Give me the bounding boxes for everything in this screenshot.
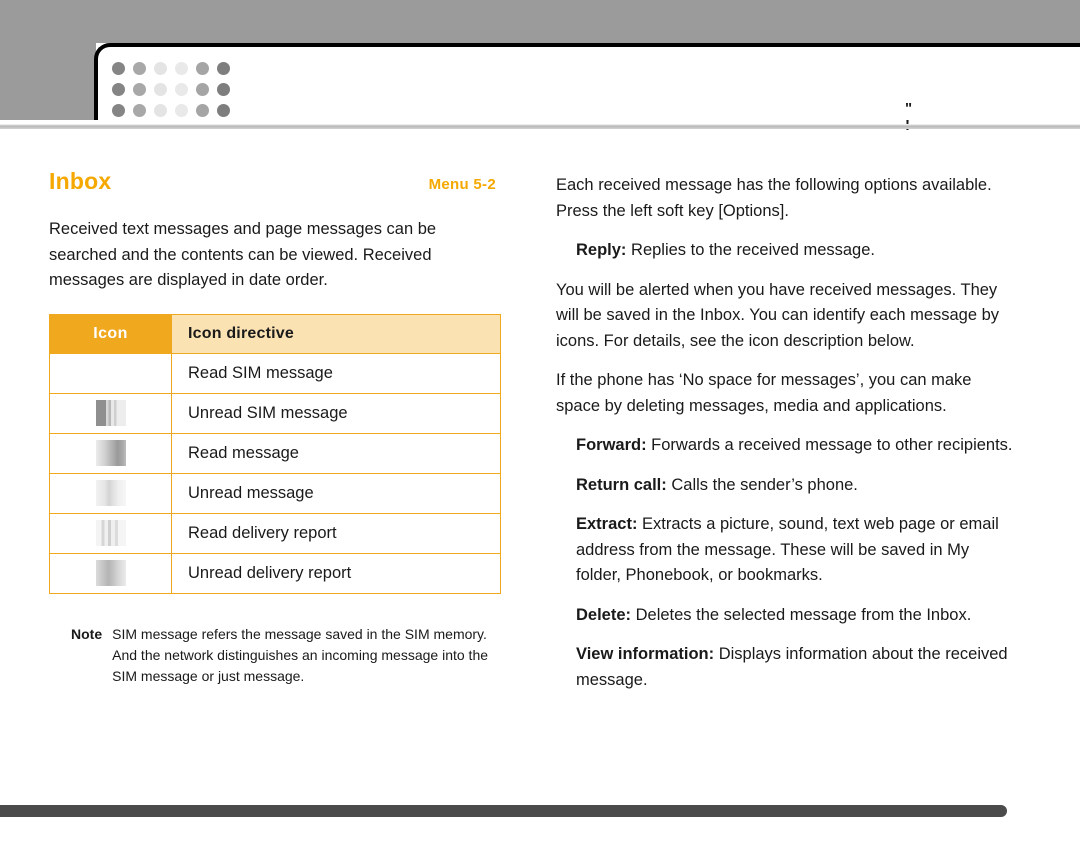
logo-dot (175, 83, 188, 96)
icon-cell (49, 392, 172, 434)
header-gray-block-left (0, 0, 96, 120)
logo-dot (133, 83, 146, 96)
icon-directive-table: Icon Icon directive Read SIM message Unre… (49, 313, 501, 594)
footer-bar (0, 805, 1007, 817)
directive-cell: Read delivery report (171, 512, 501, 554)
read-message-icon (95, 440, 126, 466)
intro-paragraph: Received text messages and page messages… (49, 220, 437, 289)
table-row: Read SIM message (49, 352, 501, 394)
logo-dot (175, 62, 188, 75)
option-forward: Forward: Forwards a received message to … (556, 433, 1018, 459)
read-delivery-report-icon (95, 520, 126, 546)
note-block: Note SIM message refers the message save… (49, 624, 501, 687)
column-header-directive: Icon directive (171, 313, 501, 354)
logo-dot (217, 104, 230, 117)
directive-cell: Read SIM message (171, 352, 501, 394)
unread-sim-message-icon (95, 400, 126, 426)
page-header: " ! (0, 0, 1080, 134)
logo-dot (217, 83, 230, 96)
icon-cell (49, 512, 172, 554)
section-heading-row: Inbox Menu 5-2 (49, 168, 501, 195)
dot-matrix-logo (112, 58, 238, 121)
option-view-information-label: View information: (576, 645, 715, 663)
option-reply: Reply: Replies to the received message. (556, 238, 1018, 264)
unread-message-icon (95, 480, 126, 506)
option-delete-label: Delete: (576, 605, 632, 624)
option-return-call-label: Return call: (576, 475, 667, 494)
options-intro-paragraph: Each received message has the following … (556, 176, 992, 220)
menu-reference: Menu 5-2 (428, 176, 496, 193)
option-view-information: View information: Displays information a… (556, 642, 1018, 693)
logo-dot (175, 104, 188, 117)
option-return-call: Return call: Calls the sender’s phone. (556, 473, 1018, 499)
option-extract: Extract: Extracts a picture, sound, text… (556, 512, 1018, 589)
unread-delivery-report-icon (95, 560, 126, 586)
directive-cell: Unread message (171, 472, 501, 514)
table-row: Unread message (49, 472, 501, 514)
logo-dot (154, 83, 167, 96)
read-sim-message-icon (96, 360, 126, 386)
note-text: SIM message refers the message saved in … (112, 625, 489, 684)
page-title: Inbox (49, 168, 112, 194)
option-return-call-text: Calls the sender’s phone. (666, 475, 858, 494)
option-forward-label: Forward: (576, 436, 647, 454)
directive-cell: Unread delivery report (171, 552, 501, 594)
icon-cell (49, 432, 172, 474)
table-row: Read message (49, 432, 501, 474)
logo-dot (196, 62, 209, 75)
directive-cell: Unread SIM message (171, 392, 501, 434)
option-delete: Delete: Deletes the selected message fro… (556, 603, 1018, 629)
option-extract-label: Extract: (576, 515, 638, 533)
logo-dot (217, 62, 230, 75)
header-gray-band-top (96, 0, 1080, 43)
table-header-row: Icon Icon directive (49, 313, 501, 354)
logo-dot (112, 104, 125, 117)
icon-cell (49, 472, 172, 514)
logo-dot (154, 104, 167, 117)
icon-cell (49, 552, 172, 594)
page-content: Inbox Menu 5-2 Received text messages an… (0, 128, 1080, 798)
logo-dot (196, 104, 209, 117)
logo-dot (133, 104, 146, 117)
logo-dot (133, 62, 146, 75)
option-delete-text: Deletes the selected message from the In… (631, 605, 972, 624)
icon-cell (49, 352, 172, 394)
table-row: Unread SIM message (49, 392, 501, 434)
logo-dot (112, 62, 125, 75)
option-forward-text: Forwards a received message to other rec… (646, 436, 1013, 454)
note-label: Note (71, 625, 103, 642)
column-header-icon: Icon (49, 313, 172, 354)
option-extract-text: Extracts a picture, sound, text web page… (576, 515, 999, 584)
table-row: Unread delivery report (49, 552, 501, 594)
right-column: Each received message has the following … (556, 173, 1018, 707)
left-column: Inbox Menu 5-2 Received text messages an… (49, 168, 501, 687)
table-row: Read delivery report (49, 512, 501, 554)
logo-dot (154, 62, 167, 75)
no-space-paragraph: If the phone has ‘No space for messages’… (556, 371, 972, 415)
logo-dot (196, 83, 209, 96)
option-reply-label: Reply: (576, 241, 627, 259)
option-reply-text: Replies to the received message. (626, 241, 875, 259)
alert-paragraph: You will be alerted when you have receiv… (556, 280, 1000, 350)
directive-cell: Read message (171, 432, 501, 474)
logo-dot (112, 83, 125, 96)
